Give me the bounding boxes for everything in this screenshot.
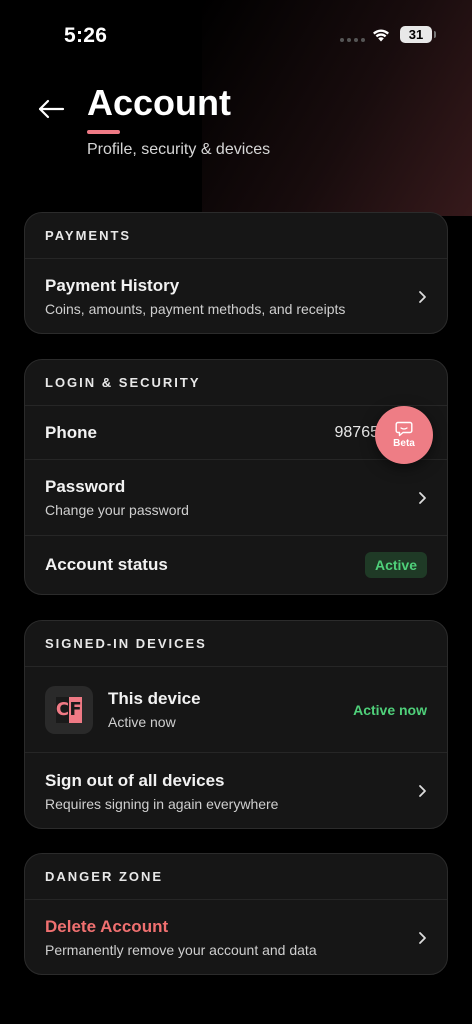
chevron-right-icon <box>419 491 426 504</box>
chevron-right-icon <box>419 290 426 303</box>
cellular-signal-icon <box>340 38 365 42</box>
page-title: Account <box>87 82 231 123</box>
account-status-row: Account status Active <box>25 536 447 594</box>
signed-in-devices-card: SIGNED-IN DEVICES C F This device Active… <box>24 620 448 829</box>
title-accent-bar <box>87 130 120 134</box>
this-device-subtitle: Active now <box>108 714 176 730</box>
phone-value: 98765 <box>334 423 380 441</box>
chat-bubble-icon <box>395 421 413 437</box>
beta-feedback-button[interactable]: Beta <box>375 406 433 464</box>
this-device-title: This device <box>108 689 201 708</box>
delete-account-subtitle: Permanently remove your account and data <box>45 942 317 958</box>
account-status-label: Account status <box>45 555 168 574</box>
status-bar: 5:26 31 <box>0 0 472 70</box>
password-row[interactable]: Password Change your password <box>25 460 447 536</box>
payment-history-title: Payment History <box>45 276 180 295</box>
section-heading-login-security: LOGIN & SECURITY <box>25 360 447 406</box>
status-badge: Active <box>364 552 427 578</box>
login-security-card: LOGIN & SECURITY Phone 98765 Password Ch… <box>24 359 448 595</box>
payment-history-row[interactable]: Payment History Coins, amounts, payment … <box>25 259 447 333</box>
battery-icon: 31 <box>400 26 436 43</box>
wifi-icon <box>373 29 389 42</box>
arrow-left-icon[interactable] <box>36 96 66 122</box>
section-heading-danger: DANGER ZONE <box>25 854 447 900</box>
page-subtitle: Profile, security & devices <box>87 141 271 158</box>
phone-label: Phone <box>45 422 97 442</box>
danger-zone-card: DANGER ZONE Delete Account Permanently r… <box>24 853 448 975</box>
app-logo: C F <box>45 685 93 734</box>
sign-out-all-row[interactable]: Sign out of all devices Requires signing… <box>25 753 447 828</box>
chevron-right-icon <box>419 931 426 944</box>
status-time: 5:26 <box>64 24 108 47</box>
sign-out-all-subtitle: Requires signing in again everywhere <box>45 795 279 812</box>
sign-out-all-title: Sign out of all devices <box>45 770 225 790</box>
beta-label: Beta <box>393 438 415 449</box>
password-title: Password <box>45 477 126 496</box>
payment-history-subtitle: Coins, amounts, payment methods, and rec… <box>45 301 346 317</box>
section-heading-payments: PAYMENTS <box>25 213 447 259</box>
delete-account-title: Delete Account <box>45 917 169 936</box>
payments-card: PAYMENTS Payment History Coins, amounts,… <box>24 212 448 334</box>
chevron-right-icon <box>419 785 426 797</box>
section-heading-devices: SIGNED-IN DEVICES <box>25 621 447 667</box>
password-subtitle: Change your password <box>45 502 189 518</box>
device-status: Active now <box>353 701 427 718</box>
delete-account-row[interactable]: Delete Account Permanently remove your a… <box>25 900 447 974</box>
this-device-row: C F This device Active now Active now <box>25 667 447 753</box>
